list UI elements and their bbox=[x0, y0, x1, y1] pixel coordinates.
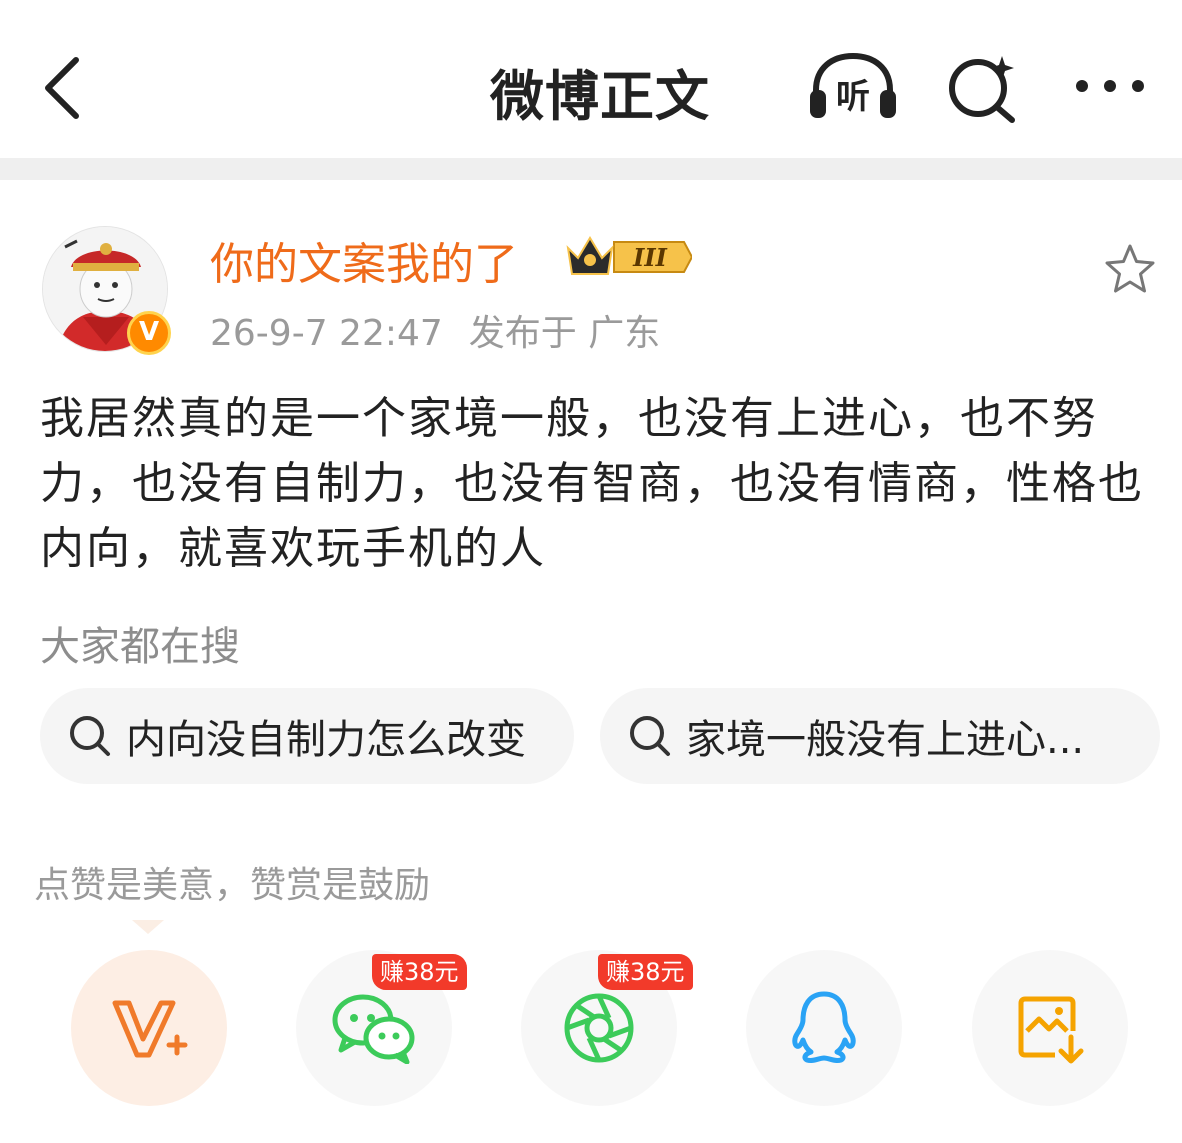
crown-icon: III bbox=[566, 236, 694, 275]
star-icon bbox=[1105, 244, 1155, 293]
post-location: 发布于 广东 bbox=[468, 313, 661, 354]
search-suggestion-pill[interactable]: 家境一般没有上进心... bbox=[600, 688, 1160, 784]
verified-badge: V bbox=[127, 311, 171, 355]
post-content: 我居然真的是一个家境一般，也没有上进心，也不努力，也没有自制力，也没有智商，也没… bbox=[40, 393, 1144, 574]
more-dots-icon bbox=[1076, 80, 1144, 92]
tooltip-arrow bbox=[132, 920, 164, 934]
listen-button[interactable]: 听 bbox=[806, 50, 900, 122]
username[interactable]: 你的文案我的了 bbox=[210, 228, 518, 292]
more-button[interactable] bbox=[1070, 68, 1150, 104]
share-qq-button[interactable] bbox=[746, 950, 902, 1106]
search-suggestion-text: 内向没自制力怎么改变 bbox=[126, 717, 526, 763]
listen-label: 听 bbox=[836, 77, 870, 117]
favorite-button[interactable] bbox=[1102, 242, 1158, 296]
save-image-button[interactable] bbox=[972, 950, 1128, 1106]
search-sparkle-icon bbox=[949, 56, 1015, 123]
earn-badge-moments: 赚38元 bbox=[598, 954, 693, 990]
section-divider bbox=[0, 158, 1182, 180]
chevron-left-icon bbox=[45, 57, 79, 119]
top-bar: 微博正文 听 bbox=[0, 0, 1182, 158]
post-timestamp: 26-9-7 22:47 bbox=[210, 313, 443, 354]
post-meta: 26-9-7 22:47 发布于 广东 bbox=[210, 304, 660, 356]
member-badge[interactable]: III bbox=[564, 232, 694, 282]
wechat-icon bbox=[332, 994, 415, 1064]
search-suggestion-text: 家境一般没有上进心... bbox=[686, 717, 1085, 763]
back-button[interactable] bbox=[38, 52, 94, 124]
search-icon bbox=[70, 716, 110, 756]
page-title: 微博正文 bbox=[490, 65, 710, 128]
moments-icon bbox=[564, 993, 634, 1063]
headphones-icon: 听 bbox=[810, 52, 896, 118]
search-button[interactable] bbox=[944, 50, 1024, 126]
reward-hint: 点赞是美意，赞赏是鼓励 bbox=[34, 865, 431, 906]
qq-penguin-icon bbox=[792, 991, 856, 1064]
search-icon bbox=[630, 716, 670, 756]
v-plus-icon bbox=[112, 1000, 188, 1058]
image-download-icon bbox=[1018, 996, 1084, 1064]
reward-vplus-button[interactable] bbox=[71, 950, 227, 1106]
earn-badge-wechat: 赚38元 bbox=[372, 954, 467, 990]
member-level: III bbox=[632, 243, 667, 272]
search-suggestion-pill[interactable]: 内向没自制力怎么改变 bbox=[40, 688, 574, 784]
trending-search-label: 大家都在搜 bbox=[40, 624, 240, 670]
